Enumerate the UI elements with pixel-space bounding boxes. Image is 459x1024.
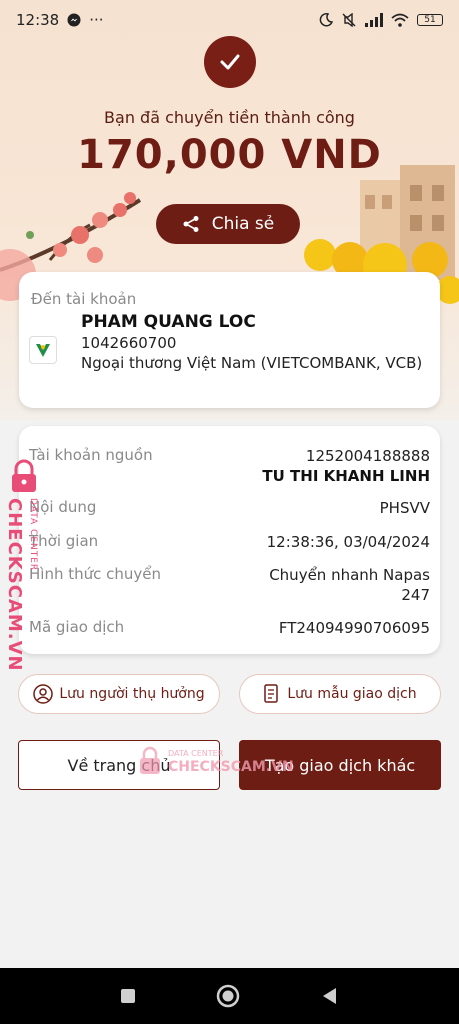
save-template-label: Lưu mẫu giao dịch (287, 686, 417, 702)
method-row: Hình thức chuyển Chuyển nhanh Napas 247 (29, 565, 430, 609)
system-nav-bar (0, 968, 459, 1024)
recipient-account-number: 1042660700 (81, 334, 177, 352)
source-account-row: Tài khoản nguồn 1252004188888 TU THI KHA… (29, 446, 430, 490)
watermark-brand-vertical: CHECKSCAM.VN (4, 498, 25, 672)
source-account-value: 1252004188888 TU THI KHANH LINH (262, 446, 430, 486)
recipient-name: PHAM QUANG LOC (81, 312, 256, 332)
signal-icon (365, 13, 383, 27)
do-not-disturb-icon (319, 13, 333, 27)
time-row: Thời gian 12:38:36, 03/04/2024 (29, 532, 430, 554)
share-button[interactable]: Chia sẻ (156, 204, 300, 244)
battery-indicator: 51 (417, 14, 443, 26)
source-account-label: Tài khoản nguồn (29, 446, 153, 464)
method-label: Hình thức chuyển (29, 565, 162, 583)
time-value: 12:38:36, 03/04/2024 (266, 533, 430, 551)
watermark-sub-vertical: DATA CENTER (28, 498, 38, 572)
transfer-amount: 170,000 VND (77, 132, 382, 178)
source-account-number: 1252004188888 (305, 447, 430, 465)
status-time: 12:38 (16, 11, 60, 29)
time-label: Thời gian (29, 532, 99, 550)
content-row: Nội dung PHSVV (29, 498, 430, 520)
success-check-icon (204, 36, 256, 88)
document-icon (264, 684, 279, 703)
mute-icon (342, 13, 356, 27)
success-message: Bạn đã chuyển tiền thành công (104, 108, 355, 127)
recipient-bank: Ngoại thương Việt Nam (VIETCOMBANK, VCB) (81, 354, 423, 372)
watermark-brand-horizontal: CHECKSCAM.VN (168, 759, 294, 775)
save-beneficiary-button[interactable]: Lưu người thụ hưởng (18, 674, 220, 714)
status-bar: 12:38 ··· 51 (0, 0, 459, 40)
back-icon[interactable] (321, 987, 339, 1005)
watermark-lock-icon-small (140, 746, 160, 774)
content-label: Nội dung (29, 498, 97, 516)
transaction-id-label: Mã giao dịch (29, 618, 125, 636)
share-label: Chia sẻ (211, 214, 275, 234)
recipient-card: Đến tài khoản PHAM QUANG LOC 1042660700 … (19, 272, 440, 408)
transaction-id-value: FT24094990706095 (278, 619, 430, 637)
watermark-lock-icon (12, 459, 36, 492)
transaction-id-row: Mã giao dịch FT24094990706095 (29, 618, 430, 640)
save-template-button[interactable]: Lưu mẫu giao dịch (239, 674, 441, 714)
watermark-sub-horizontal: DATA CENTER (168, 749, 224, 758)
save-beneficiary-label: Lưu người thụ hưởng (59, 686, 205, 702)
more-notifications-icon: ··· (89, 11, 104, 29)
transaction-details-card: Tài khoản nguồn 1252004188888 TU THI KHA… (19, 426, 440, 654)
content-value: PHSVV (379, 499, 430, 517)
user-circle-icon (33, 684, 54, 704)
wifi-icon (391, 13, 409, 27)
method-value: Chuyển nhanh Napas 247 (269, 566, 430, 604)
recent-apps-icon[interactable] (120, 988, 136, 1004)
share-icon (183, 216, 199, 232)
messenger-icon (67, 13, 81, 27)
source-account-name: TU THI KHANH LINH (262, 467, 430, 485)
vietcombank-logo-icon (29, 336, 57, 364)
recipient-heading: Đến tài khoản (31, 290, 137, 308)
home-nav-icon[interactable] (216, 984, 240, 1008)
